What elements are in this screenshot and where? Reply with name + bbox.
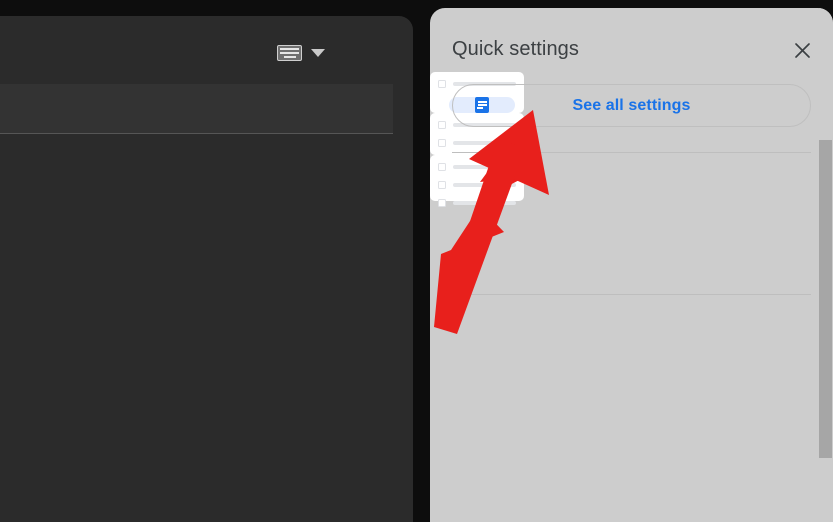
keyboard-icon-spacebar bbox=[283, 56, 296, 58]
keyboard-icon-row bbox=[280, 52, 299, 54]
checkbox-icon bbox=[438, 139, 446, 147]
keyboard-selector[interactable] bbox=[277, 45, 325, 61]
checkbox-icon bbox=[438, 163, 446, 171]
preview-bar bbox=[453, 141, 516, 145]
checkbox-icon bbox=[438, 199, 446, 207]
panel-scrollbar-track[interactable] bbox=[819, 8, 833, 522]
preview-row bbox=[435, 160, 519, 174]
background-text-field[interactable]: el. bbox=[0, 84, 393, 134]
quick-settings-panel: Quick settings See all settings Apps in … bbox=[430, 8, 833, 522]
screenshot-root: el. Quick settings See all settings Apps… bbox=[0, 0, 833, 522]
page-title: Quick settings bbox=[452, 38, 580, 60]
preview-row bbox=[435, 178, 519, 192]
checkbox-icon bbox=[438, 121, 446, 129]
close-icon[interactable] bbox=[789, 37, 815, 63]
chevron-down-icon[interactable] bbox=[311, 49, 325, 57]
preview-bar bbox=[453, 183, 516, 187]
preview-row bbox=[435, 196, 519, 210]
checkbox-icon bbox=[438, 181, 446, 189]
keyboard-icon[interactable] bbox=[277, 45, 302, 61]
checkbox-icon bbox=[438, 80, 446, 88]
preview-row bbox=[435, 136, 519, 150]
background-dark-window: el. bbox=[0, 16, 413, 522]
panel-scrollbar-thumb[interactable] bbox=[819, 140, 832, 458]
see-all-settings-button[interactable]: See all settings bbox=[452, 84, 811, 127]
keyboard-icon-row bbox=[280, 48, 299, 50]
background-toolbar bbox=[0, 16, 413, 70]
preview-bar bbox=[453, 165, 516, 169]
background-content-area bbox=[0, 134, 413, 522]
panel-header: Quick settings bbox=[430, 8, 833, 72]
density-preview-compact bbox=[430, 155, 524, 207]
preview-bar bbox=[453, 201, 516, 205]
divider bbox=[452, 152, 811, 153]
divider bbox=[452, 294, 811, 295]
